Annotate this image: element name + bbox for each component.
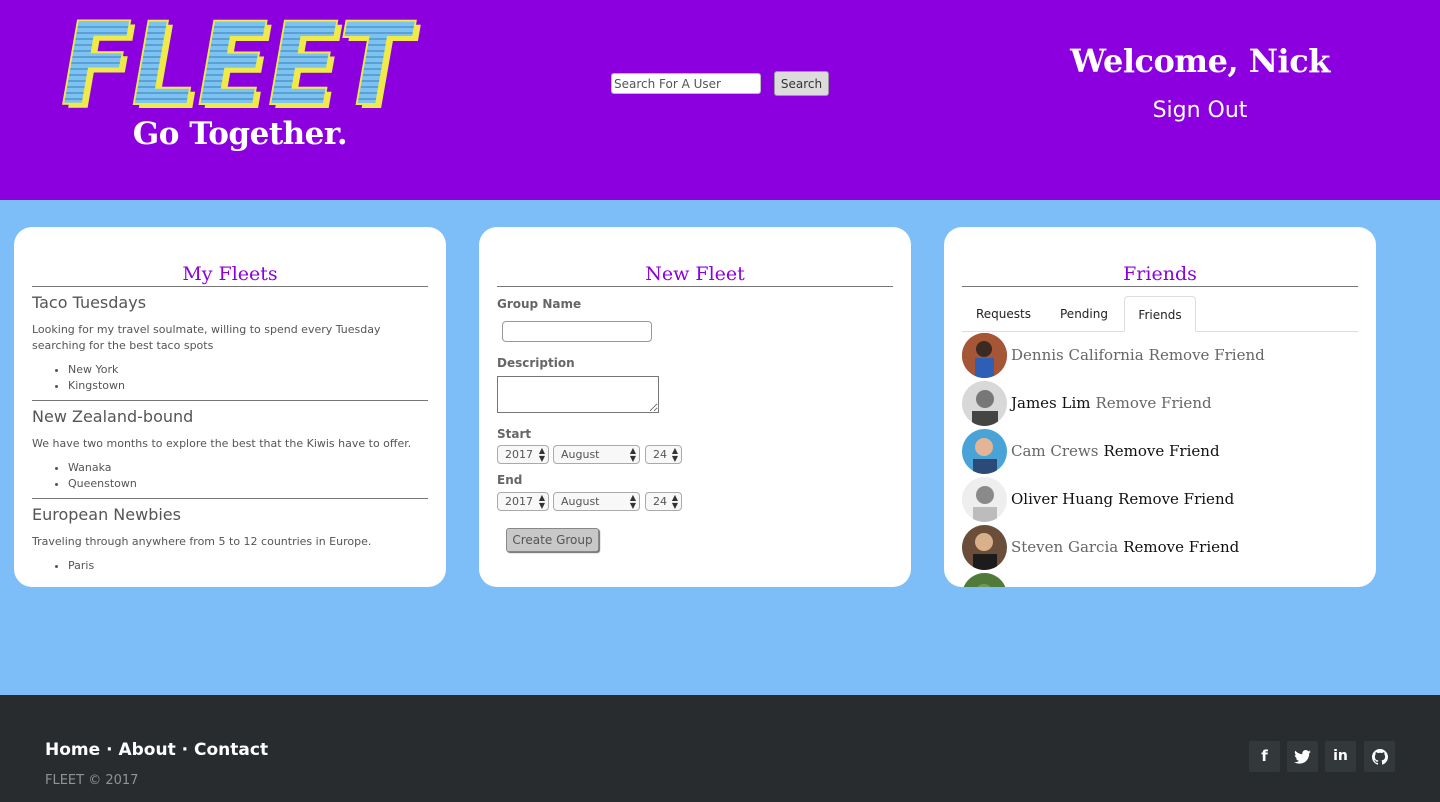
select-arrows-icon: ▲ ▼ bbox=[671, 446, 678, 463]
fleet-description: Looking for my travel soulmate, willing … bbox=[32, 323, 381, 352]
group-name-input[interactable] bbox=[502, 321, 652, 342]
fleet-city-list: Paris bbox=[32, 558, 428, 574]
friends-title: Friends bbox=[962, 262, 1358, 287]
remove-friend-link[interactable]: Remove Friend bbox=[1103, 442, 1219, 460]
friend-row: Dennis California Remove Friend bbox=[962, 331, 1358, 379]
start-label: Start bbox=[497, 427, 532, 441]
friend-row: Cam Crews Remove Friend bbox=[962, 427, 1358, 475]
my-fleets-panel: My Fleets Taco Tuesdays Looking for my t… bbox=[14, 227, 446, 587]
twitter-icon[interactable] bbox=[1287, 741, 1318, 772]
select-arrows-icon: ▲ ▼ bbox=[671, 493, 678, 510]
end-year-select[interactable]: 2017 ▲ ▼ bbox=[497, 492, 549, 511]
footer-link-contact[interactable]: Contact bbox=[194, 740, 268, 760]
footer-link-about[interactable]: About bbox=[118, 740, 175, 760]
copyright: FLEET © 2017 bbox=[45, 773, 139, 788]
friend-name[interactable]: Oliver Huang bbox=[1011, 490, 1113, 508]
avatar[interactable] bbox=[962, 572, 1007, 587]
end-month-value: August bbox=[561, 495, 600, 508]
avatar[interactable] bbox=[962, 428, 1007, 474]
fleet-name[interactable]: Taco Tuesdays bbox=[32, 293, 428, 312]
friend-list: Dennis California Remove Friend James Li… bbox=[962, 331, 1358, 587]
select-arrows-icon: ▲ ▼ bbox=[538, 493, 545, 510]
friend-row: James Lim Remove Friend bbox=[962, 379, 1358, 427]
description-label: Description bbox=[497, 356, 575, 370]
welcome-message: Welcome, Nick bbox=[1070, 42, 1330, 80]
avatar[interactable] bbox=[962, 524, 1007, 570]
sign-out-link[interactable]: Sign Out bbox=[1030, 98, 1370, 123]
avatar[interactable] bbox=[962, 332, 1007, 378]
end-day-value: 24 bbox=[653, 495, 667, 508]
site-header: FLEET FLEET Go Together. Search Welcome,… bbox=[0, 0, 1440, 200]
footer-link-home[interactable]: Home bbox=[45, 740, 100, 760]
description-input[interactable] bbox=[497, 376, 659, 413]
end-month-select[interactable]: August ▲ ▼ bbox=[553, 492, 640, 511]
create-group-button[interactable]: Create Group bbox=[506, 528, 599, 552]
fleet-city: Queenstown bbox=[68, 476, 428, 492]
tab-pending[interactable]: Pending bbox=[1045, 296, 1123, 332]
fleet-list: Taco Tuesdays Looking for my travel soul… bbox=[32, 291, 428, 586]
tab-friends[interactable]: Friends bbox=[1124, 296, 1196, 332]
footer-separator: · bbox=[181, 740, 189, 760]
remove-friend-link[interactable]: Remove Friend bbox=[1096, 394, 1212, 412]
friend-name[interactable]: James Lim bbox=[1011, 394, 1091, 412]
friend-name[interactable]: Cam Crews bbox=[1011, 442, 1098, 460]
start-day-select[interactable]: 24 ▲ ▼ bbox=[645, 445, 682, 464]
select-arrows-icon: ▲ ▼ bbox=[629, 446, 636, 463]
friends-panel: Friends Requests Pending Friends Dennis … bbox=[944, 227, 1376, 587]
footer-nav: Home · About · Contact bbox=[45, 740, 268, 760]
new-fleet-panel: New Fleet Group Name Description Start 2… bbox=[479, 227, 911, 587]
facebook-icon[interactable]: f bbox=[1249, 741, 1280, 772]
fleet-item[interactable]: European Newbies Traveling through anywh… bbox=[32, 505, 428, 580]
footer-separator: · bbox=[106, 740, 113, 760]
fleet-description: We have two months to explore the best t… bbox=[32, 437, 412, 450]
select-arrows-icon: ▲ ▼ bbox=[629, 493, 636, 510]
start-year-select[interactable]: 2017 ▲ ▼ bbox=[497, 445, 549, 464]
remove-friend-link[interactable]: Remove Friend bbox=[1118, 490, 1234, 508]
select-arrows-icon: ▲ ▼ bbox=[538, 446, 545, 463]
friend-name[interactable]: Dennis California bbox=[1011, 346, 1144, 364]
my-fleets-title: My Fleets bbox=[32, 262, 428, 287]
group-name-label: Group Name bbox=[497, 297, 582, 311]
fleet-city: Wanaka bbox=[68, 460, 428, 476]
friend-tabs: Requests Pending Friends bbox=[962, 296, 1358, 332]
end-day-select[interactable]: 24 ▲ ▼ bbox=[645, 492, 682, 511]
friend-row: Steven Garcia Remove Friend bbox=[962, 523, 1358, 571]
start-year-value: 2017 bbox=[505, 448, 533, 461]
remove-friend-link[interactable]: Remove Friend bbox=[1123, 538, 1239, 556]
fleet-name[interactable]: European Newbies bbox=[32, 505, 428, 524]
search-user-input[interactable] bbox=[611, 73, 761, 94]
fleet-city: New York bbox=[68, 362, 428, 378]
friend-row: Oliver Huang Remove Friend bbox=[962, 475, 1358, 523]
new-fleet-title: New Fleet bbox=[497, 262, 893, 287]
friend-name[interactable]: Steven Garcia bbox=[1011, 538, 1118, 556]
github-icon[interactable] bbox=[1364, 741, 1395, 772]
end-label: End bbox=[497, 473, 523, 487]
fleet-city-list: New York Kingstown bbox=[32, 362, 428, 394]
friend-row bbox=[962, 571, 1358, 587]
fleet-city: Kingstown bbox=[68, 378, 428, 394]
remove-friend-link[interactable]: Remove Friend bbox=[1149, 346, 1265, 364]
start-day-value: 24 bbox=[653, 448, 667, 461]
end-year-value: 2017 bbox=[505, 495, 533, 508]
search-button[interactable]: Search bbox=[774, 71, 829, 96]
fleet-description: Traveling through anywhere from 5 to 12 … bbox=[32, 535, 372, 548]
fleet-item[interactable]: Taco Tuesdays Looking for my travel soul… bbox=[32, 293, 428, 401]
fleet-name[interactable]: New Zealand-bound bbox=[32, 407, 428, 426]
fleet-city-list: Wanaka Queenstown bbox=[32, 460, 428, 492]
start-month-value: August bbox=[561, 448, 600, 461]
svg-text:FLEET: FLEET bbox=[61, 14, 416, 114]
site-footer: Home · About · Contact FLEET © 2017 f in bbox=[0, 695, 1440, 802]
fleet-logo[interactable]: FLEET FLEET bbox=[58, 14, 422, 114]
linkedin-icon[interactable]: in bbox=[1325, 741, 1356, 772]
fleet-city: Paris bbox=[68, 558, 428, 574]
avatar[interactable] bbox=[962, 476, 1007, 522]
start-month-select[interactable]: August ▲ ▼ bbox=[553, 445, 640, 464]
avatar[interactable] bbox=[962, 380, 1007, 426]
tab-requests[interactable]: Requests bbox=[962, 296, 1045, 332]
tagline: Go Together. bbox=[132, 116, 348, 152]
fleet-item[interactable]: New Zealand-bound We have two months to … bbox=[32, 407, 428, 499]
